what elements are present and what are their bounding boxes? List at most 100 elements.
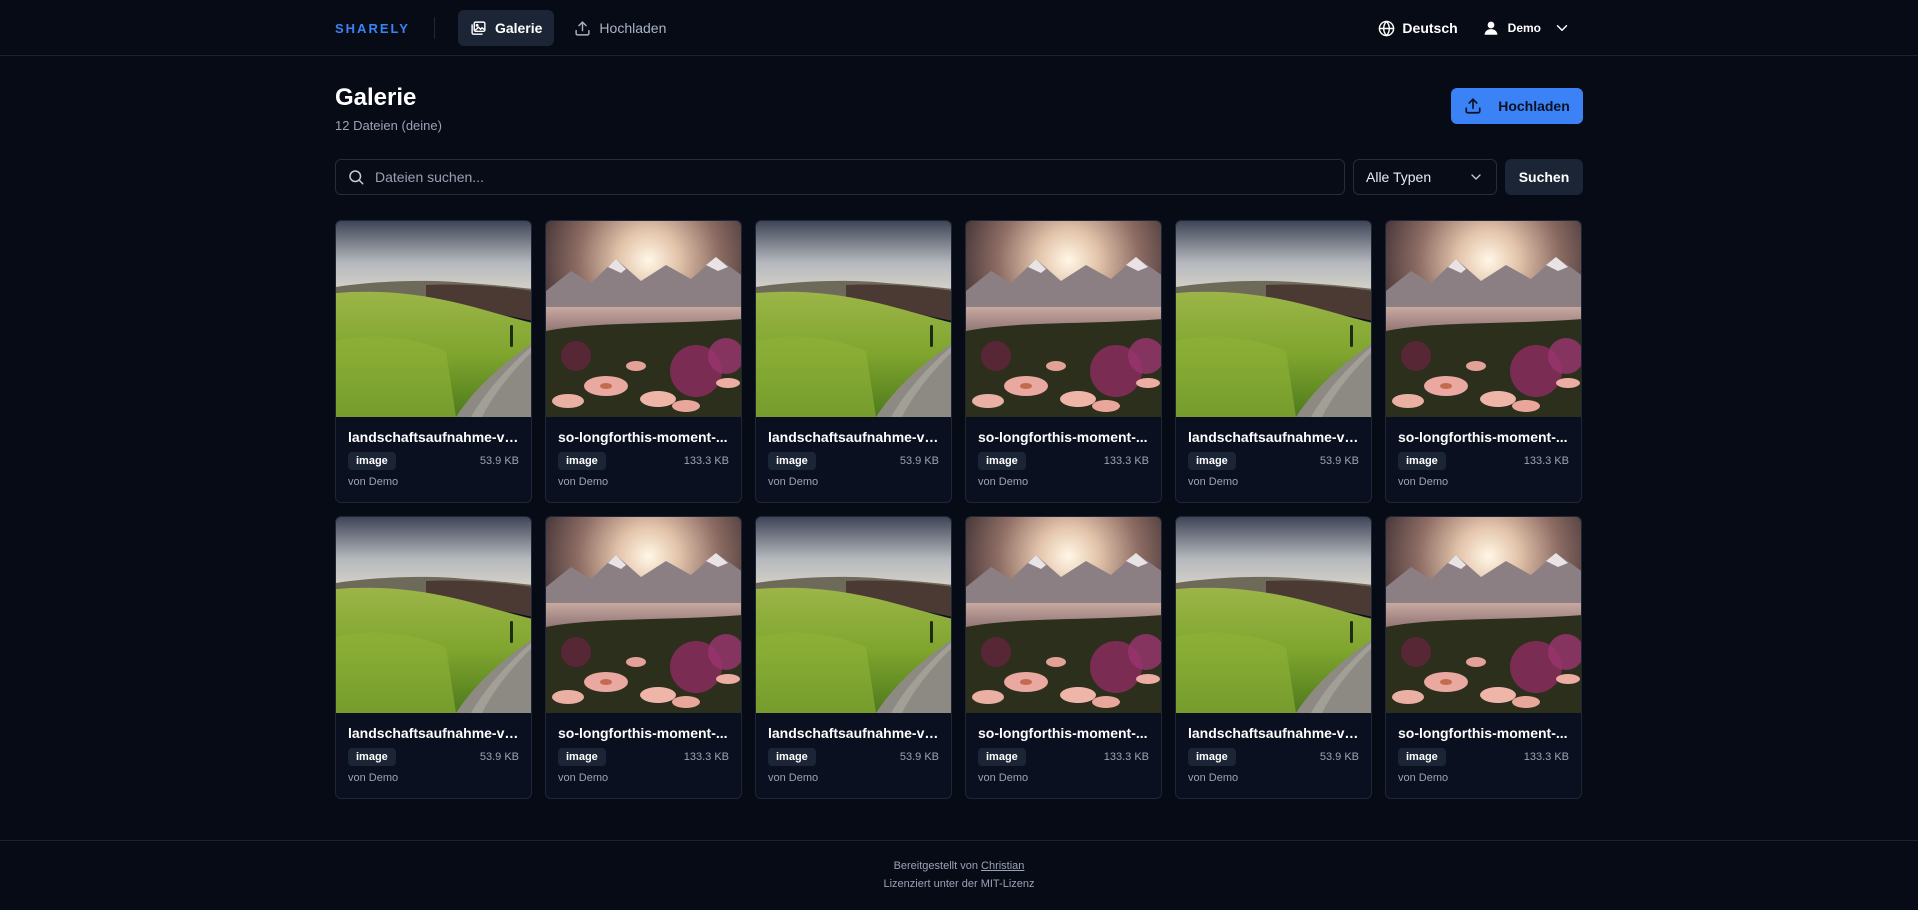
- file-size: 53.9 KB: [1319, 751, 1359, 763]
- file-card-body: landschaftsaufnahme-vo... image 53.9 KB von…: [336, 417, 531, 488]
- file-type-badge: image: [978, 452, 1026, 470]
- upload-button[interactable]: Hochladen: [1451, 88, 1583, 124]
- file-type-badge: image: [348, 452, 396, 470]
- file-thumbnail[interactable]: [1176, 221, 1371, 417]
- footer-credit-text: Bereitgestellt von: [893, 860, 978, 872]
- file-size: 53.9 KB: [899, 751, 939, 763]
- file-thumbnail[interactable]: [966, 221, 1161, 417]
- file-meta: image 53.9 KB: [348, 452, 519, 470]
- nav-hochladen[interactable]: Hochladen: [562, 10, 678, 46]
- nav-hochladen-label: Hochladen: [599, 20, 667, 36]
- file-card[interactable]: so-longforthis-moment-... image 133.3 KB vo…: [545, 220, 742, 503]
- search-input[interactable]: [375, 169, 1275, 185]
- file-meta: image 133.3 KB: [978, 748, 1149, 766]
- footer-credit: Bereitgestellt von Christian: [0, 860, 1918, 872]
- type-filter-select[interactable]: Alle Typen: [1353, 159, 1497, 195]
- file-type-badge: image: [768, 748, 816, 766]
- file-card-body: landschaftsaufnahme-vo... image 53.9 KB von…: [756, 713, 951, 784]
- file-owner: von Demo: [768, 476, 819, 488]
- file-size: 133.3 KB: [1523, 455, 1569, 467]
- file-thumbnail[interactable]: [1386, 517, 1581, 713]
- footer-license: Lizenziert unter der MIT-Lizenz: [883, 878, 1035, 890]
- user-menu[interactable]: Demo: [1482, 19, 1571, 37]
- file-size: 53.9 KB: [479, 751, 519, 763]
- file-owner: von Demo: [558, 476, 609, 488]
- user-icon: [1484, 21, 1498, 35]
- language-switcher[interactable]: Deutsch: [1378, 20, 1458, 37]
- file-card-body: landschaftsaufnahme-vo... image 53.9 KB von…: [1176, 713, 1371, 784]
- nav-galerie-label: Galerie: [494, 20, 543, 36]
- upload-button-label: Hochladen: [1498, 98, 1570, 114]
- file-type-badge: image: [558, 748, 606, 766]
- file-card[interactable]: landschaftsaufnahme-vo... image 53.9 KB von…: [1175, 516, 1372, 799]
- search-bar: Alle Typen Suchen: [335, 159, 1583, 195]
- file-thumbnail[interactable]: [546, 517, 741, 713]
- file-name: so-longforthis-moment-...: [1398, 725, 1568, 741]
- file-card-body: landschaftsaufnahme-vo... image 53.9 KB von…: [336, 713, 531, 784]
- file-type-badge: image: [768, 452, 816, 470]
- search-icon: [349, 170, 364, 185]
- file-card[interactable]: so-longforthis-moment-... image 133.3 KB vo…: [965, 220, 1162, 503]
- file-name: landschaftsaufnahme-vo...: [1188, 429, 1359, 445]
- file-meta: image 133.3 KB: [1398, 748, 1569, 766]
- language-label: Deutsch: [1402, 20, 1458, 36]
- file-name: landschaftsaufnahme-vo...: [348, 429, 519, 445]
- file-thumbnail[interactable]: [756, 517, 951, 713]
- page-header: Galerie 12 Dateien (deine) Hochladen: [335, 86, 1583, 133]
- file-card[interactable]: so-longforthis-moment-... image 133.3 KB vo…: [1385, 220, 1582, 503]
- file-meta: image 53.9 KB: [768, 452, 939, 470]
- file-size: 133.3 KB: [1103, 751, 1149, 763]
- file-thumbnail[interactable]: [1386, 221, 1581, 417]
- footer: Bereitgestellt von Christian Lizenziert …: [0, 840, 1918, 910]
- file-thumbnail[interactable]: [546, 221, 741, 417]
- title-block: Galerie 12 Dateien (deine): [335, 84, 442, 134]
- file-meta: image 53.9 KB: [1188, 748, 1359, 766]
- file-card-body: so-longforthis-moment-... image 133.3 KB vo…: [546, 713, 741, 784]
- file-card-body: so-longforthis-moment-... image 133.3 KB vo…: [546, 417, 741, 488]
- file-card[interactable]: so-longforthis-moment-... image 133.3 KB vo…: [545, 516, 742, 799]
- file-meta: image 133.3 KB: [558, 452, 729, 470]
- file-meta: image 53.9 KB: [1188, 452, 1359, 470]
- file-grid: landschaftsaufnahme-vo... image 53.9 KB von…: [335, 220, 1583, 799]
- file-owner: von Demo: [1188, 772, 1239, 784]
- file-thumbnail[interactable]: [336, 517, 531, 713]
- file-size: 133.3 KB: [1523, 751, 1569, 763]
- chevron-down-icon: [1471, 174, 1481, 180]
- file-card[interactable]: so-longforthis-moment-... image 133.3 KB vo…: [1385, 516, 1582, 799]
- file-name: landschaftsaufnahme-vo...: [768, 725, 939, 741]
- file-size: 53.9 KB: [899, 455, 939, 467]
- top-navigation: SHARELY Galerie Hochladen Deutsch Demo: [0, 0, 1918, 56]
- file-type-badge: image: [558, 452, 606, 470]
- globe-icon: [1379, 20, 1395, 36]
- page-title: Galerie: [335, 84, 417, 111]
- file-meta: image 133.3 KB: [1398, 452, 1569, 470]
- file-name: landschaftsaufnahme-vo...: [768, 429, 939, 445]
- file-card[interactable]: landschaftsaufnahme-vo... image 53.9 KB von…: [335, 220, 532, 503]
- file-size: 133.3 KB: [683, 751, 729, 763]
- file-thumbnail[interactable]: [336, 221, 531, 417]
- file-name: so-longforthis-moment-...: [558, 429, 728, 445]
- file-card[interactable]: landschaftsaufnahme-vo... image 53.9 KB von…: [335, 516, 532, 799]
- brand-logo[interactable]: SHARELY: [335, 17, 435, 39]
- file-card[interactable]: so-longforthis-moment-... image 133.3 KB vo…: [965, 516, 1162, 799]
- search-button[interactable]: Suchen: [1505, 159, 1583, 195]
- file-card[interactable]: landschaftsaufnahme-vo... image 53.9 KB von…: [1175, 220, 1372, 503]
- file-thumbnail[interactable]: [966, 517, 1161, 713]
- file-card[interactable]: landschaftsaufnahme-vo... image 53.9 KB von…: [755, 516, 952, 799]
- file-type-badge: image: [348, 748, 396, 766]
- main-content: Galerie 12 Dateien (deine) Hochladen All…: [335, 56, 1583, 799]
- file-owner: von Demo: [978, 476, 1029, 488]
- file-thumbnail[interactable]: [1176, 517, 1371, 713]
- file-card-body: so-longforthis-moment-... image 133.3 KB vo…: [966, 713, 1161, 784]
- author-link[interactable]: Christian: [981, 860, 1024, 872]
- upload-icon: [1465, 98, 1481, 114]
- file-size: 133.3 KB: [683, 455, 729, 467]
- chevron-down-icon: [1556, 25, 1568, 31]
- nav-galerie[interactable]: Galerie: [457, 10, 555, 46]
- file-type-badge: image: [978, 748, 1026, 766]
- search-field[interactable]: [335, 159, 1345, 195]
- file-owner: von Demo: [348, 772, 399, 784]
- file-meta: image 133.3 KB: [978, 452, 1149, 470]
- file-card[interactable]: landschaftsaufnahme-vo... image 53.9 KB von…: [755, 220, 952, 503]
- file-thumbnail[interactable]: [756, 221, 951, 417]
